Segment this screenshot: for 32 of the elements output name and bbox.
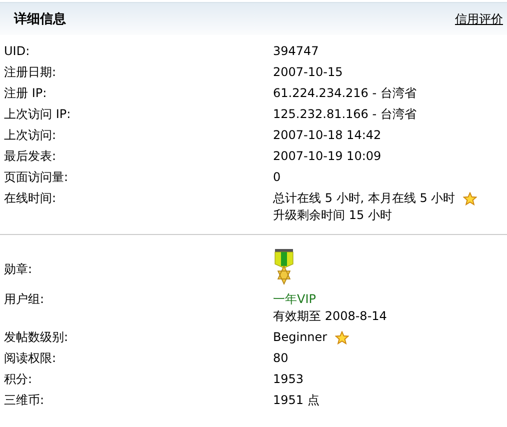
field-label: 积分: xyxy=(4,371,34,388)
field-value: Beginner xyxy=(273,329,328,346)
field-label: 注册日期: xyxy=(4,64,58,81)
field-label: 上次访问 IP: xyxy=(4,106,72,123)
field-value: 1951 点 xyxy=(273,392,320,409)
credit-rating-link[interactable]: 信用评价 xyxy=(455,10,503,28)
field-value: 一年VIP xyxy=(273,291,316,308)
field-value: 1953 xyxy=(273,371,304,388)
medal-icon xyxy=(273,249,295,285)
field-label: 最后发表: xyxy=(4,148,58,165)
field-label: 发帖数级别: xyxy=(4,329,70,346)
field-value: 升级剩余时间 15 小时 xyxy=(273,207,392,224)
field-value: 0 xyxy=(273,169,281,186)
field-label: UID: xyxy=(4,43,31,60)
field-label: 用户组: xyxy=(4,291,46,308)
field-value: 61.224.234.216 - 台湾省 xyxy=(273,85,416,102)
field-value: 有效期至 2008-8-14 xyxy=(273,308,387,325)
section-title: 详细信息 xyxy=(14,10,66,28)
field-label: 注册 IP: xyxy=(4,85,48,102)
field-label: 在线时间: xyxy=(4,190,58,207)
field-value: 80 xyxy=(273,350,288,367)
field-value: 125.232.81.166 - 台湾省 xyxy=(273,106,416,123)
field-label: 三维币: xyxy=(4,392,46,409)
field-value: 394747 xyxy=(273,43,319,60)
field-value: 2007-10-15 xyxy=(273,64,343,81)
field-label: 阅读权限: xyxy=(4,350,58,367)
field-value: 2007-10-18 14:42 xyxy=(273,127,382,144)
field-label: 页面访问量: xyxy=(4,169,70,186)
field-value: 2007-10-19 10:09 xyxy=(273,148,382,165)
field-label: 勋章: xyxy=(4,260,34,278)
field-label: 上次访问: xyxy=(4,127,58,144)
field-value: 总计在线 5 小时, 本月在线 5 小时 xyxy=(273,190,456,207)
